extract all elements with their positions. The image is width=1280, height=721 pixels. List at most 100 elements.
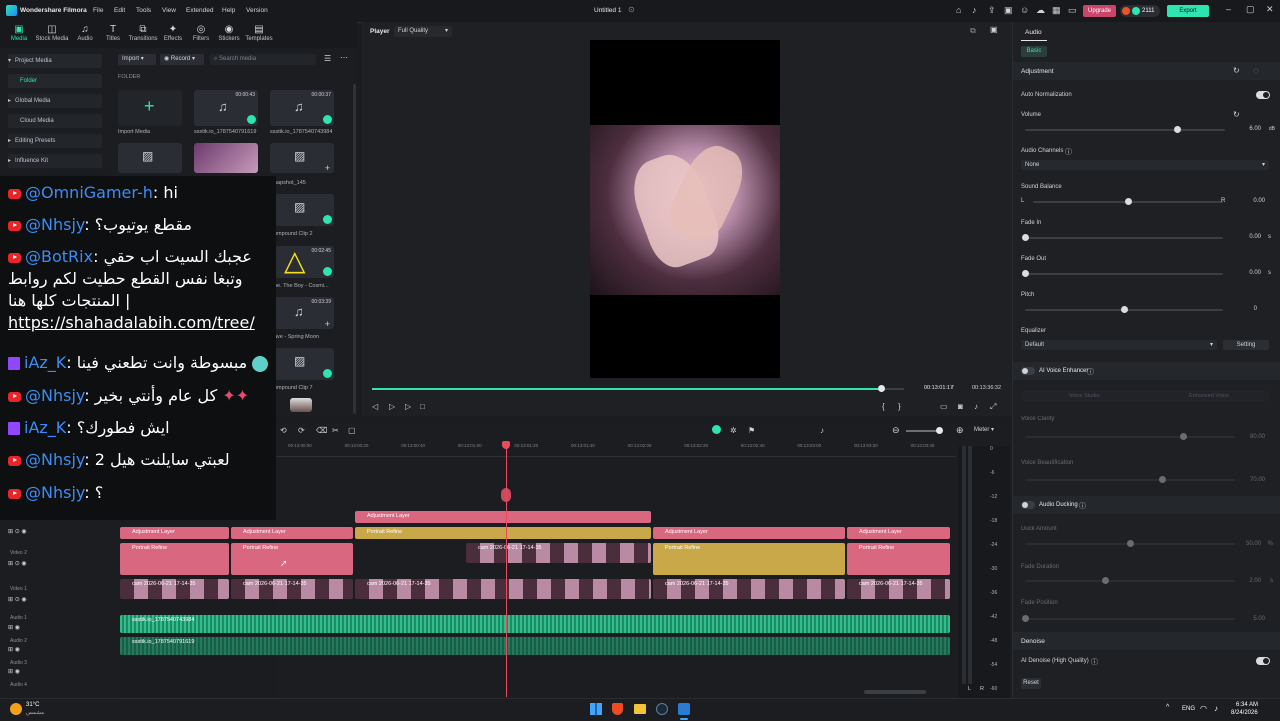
slider-knob[interactable] <box>1101 577 1109 584</box>
share-icon[interactable]: ⇪ <box>988 5 996 16</box>
menu-edit[interactable]: Edit <box>114 7 125 14</box>
reset-icon[interactable]: ↻ <box>1233 110 1240 119</box>
filter-icon[interactable]: ☰ <box>324 54 331 63</box>
voice-clarity-slider[interactable] <box>1025 433 1235 440</box>
snap-icon[interactable]: ✲ <box>730 426 737 435</box>
next-frame-icon[interactable]: ▷ <box>405 402 411 411</box>
slider-knob[interactable] <box>1179 433 1187 440</box>
reset-icon[interactable]: ↻ <box>1233 66 1240 75</box>
menu-extended[interactable]: Extended <box>186 7 213 14</box>
maximize-icon[interactable]: ▢ <box>1246 4 1255 15</box>
portrait-refine-clip[interactable]: Portrait Refine <box>120 543 229 575</box>
tab-voice-studio[interactable]: Voice Studio <box>1069 393 1100 399</box>
sound-balance-slider[interactable] <box>1033 198 1223 205</box>
nav-folder[interactable]: Folder <box>8 74 102 88</box>
fullscreen-icon[interactable]: ⤢ <box>990 402 996 412</box>
import-media-tile[interactable]: + <box>118 90 182 126</box>
playback-knob[interactable] <box>878 385 886 392</box>
fade-out-slider[interactable] <box>1022 270 1223 277</box>
display-icon[interactable]: ▭ <box>940 402 948 411</box>
adjustment-layer-clip[interactable]: Adjustment Layer <box>355 511 651 523</box>
media-item-audio[interactable]: ♫ 00:00:43 <box>194 90 258 126</box>
upgrade-button[interactable]: Upgrade <box>1083 5 1116 17</box>
slider-knob[interactable] <box>1174 126 1181 133</box>
bell-icon[interactable]: ♪ <box>972 5 977 15</box>
display-icon[interactable]: ▭ <box>1068 5 1077 16</box>
volume-value[interactable]: 6.00 <box>1249 126 1261 132</box>
tab-templates[interactable]: ▤ Templates <box>242 24 276 42</box>
language[interactable]: ENG <box>1182 706 1195 712</box>
pitch-value[interactable]: 0 <box>1254 306 1257 312</box>
media-item-image[interactable]: ▨ <box>118 143 182 173</box>
slider-knob[interactable] <box>1127 540 1134 547</box>
undo-icon[interactable]: ⟲ <box>280 426 287 435</box>
media-item-audio[interactable]: ♫ 00:00:37 <box>270 90 334 126</box>
media-item-image[interactable]: ▨ + <box>270 143 334 173</box>
slider-knob[interactable] <box>1158 476 1166 483</box>
meter-select[interactable]: Meter ▾ <box>974 426 1004 436</box>
keyframe-icon[interactable]: ◇ <box>1253 66 1259 75</box>
zoom-slider[interactable] <box>906 427 943 434</box>
split-icon[interactable]: ✂ <box>332 426 339 435</box>
auto-normalization-toggle[interactable] <box>1256 91 1270 99</box>
nav-project-media[interactable]: ▾ Project Media <box>8 54 102 68</box>
equalizer-select[interactable]: Default ▾ <box>1021 340 1217 350</box>
redo-icon[interactable]: ⟳ <box>298 426 305 435</box>
slider-knob[interactable] <box>1022 270 1029 277</box>
menu-tools[interactable]: Tools <box>136 7 151 14</box>
stop-icon[interactable]: □ <box>420 402 425 411</box>
slider-knob[interactable] <box>1125 198 1132 205</box>
credits-badge[interactable]: 2111 <box>1120 5 1160 17</box>
close-icon[interactable]: ✕ <box>1266 4 1274 15</box>
cloud-icon[interactable]: ☁ <box>1036 5 1045 16</box>
mic-icon[interactable]: ♪ <box>820 426 824 435</box>
audio-channels-select[interactable]: None ▾ <box>1021 160 1269 170</box>
adjustment-layer-clip[interactable]: Adjustment Layer <box>120 527 229 539</box>
ai-tool-icon[interactable] <box>712 425 721 434</box>
fade-position-value[interactable]: 5.00 <box>1253 616 1265 622</box>
menu-file[interactable]: File <box>93 7 103 14</box>
windows-start-icon[interactable] <box>590 703 602 715</box>
tab-stock-media[interactable]: ◫ Stock Media <box>35 24 69 42</box>
prev-frame-icon[interactable]: ◁ <box>372 402 378 411</box>
slider-knob[interactable] <box>1022 615 1029 622</box>
reset-button[interactable]: Reset <box>1021 678 1041 689</box>
timeline-scrollbar[interactable] <box>864 690 926 694</box>
adjustment-layer-clip[interactable]: Adjustment Layer <box>231 527 353 539</box>
import-button[interactable]: Import ▾ <box>118 54 156 65</box>
menu-version[interactable]: Version <box>246 7 268 14</box>
tab-audio[interactable]: Audio <box>1025 29 1042 36</box>
wifi-icon[interactable]: ◠ <box>1200 704 1207 713</box>
media-item-compound[interactable]: ▨ <box>270 194 334 226</box>
track-controls-icon[interactable]: ⊞ ⊙ ◉ <box>8 596 27 603</box>
timeline-ruler[interactable]: 00:13:00:00 00:13:00:20 00:13:00:40 00:13:0… <box>276 442 956 457</box>
video-preview[interactable] <box>590 40 780 378</box>
menu-view[interactable]: View <box>162 7 176 14</box>
quality-select[interactable]: Full Quality ▾ <box>394 26 452 37</box>
audio-ducking-toggle[interactable] <box>1021 501 1035 509</box>
camera-icon[interactable]: ◙ <box>958 402 963 411</box>
media-item-video[interactable] <box>290 398 312 412</box>
account-icon[interactable]: ☺ <box>1020 5 1029 15</box>
chat-link[interactable]: https://shahadalabih.com/tree/ <box>8 313 255 332</box>
portrait-refine-clip[interactable]: Portrait Refine <box>653 543 845 575</box>
adjustment-layer-clip[interactable]: Adjustment Layer <box>653 527 845 539</box>
menu-help[interactable]: Help <box>222 7 235 14</box>
brave-browser-icon[interactable] <box>612 703 623 715</box>
compare-view-icon[interactable]: ⧉ <box>970 26 976 36</box>
voice-enhancer-toggle[interactable] <box>1021 367 1035 375</box>
track-controls-icon[interactable]: ⊞ ◉ <box>8 646 20 653</box>
fade-in-slider[interactable] <box>1022 234 1223 241</box>
track-lock-icon[interactable]: ⊞ ⊙ ◉ <box>8 528 27 535</box>
voice-clarity-value[interactable]: 80.00 <box>1250 434 1265 440</box>
fade-duration-value[interactable]: 2.00 <box>1249 578 1261 584</box>
apps-icon[interactable]: ▦ <box>1052 5 1061 16</box>
tab-transitions[interactable]: ⧉ Transitions <box>126 24 160 42</box>
cam-video-clip[interactable]: cam 2026-06-21 17-14-35 <box>466 543 651 563</box>
cloud-status-icon[interactable]: ⊙ <box>628 5 635 14</box>
file-explorer-icon[interactable] <box>634 704 646 714</box>
media-item-audio[interactable]: △ 00:02:45 <box>270 246 334 278</box>
media-item-audio[interactable]: ♫ 00:03:39 + <box>270 297 334 329</box>
audio-clip[interactable]: ssstik.io_1787540791619 <box>120 637 950 655</box>
play-icon[interactable]: ▷ <box>389 402 395 411</box>
